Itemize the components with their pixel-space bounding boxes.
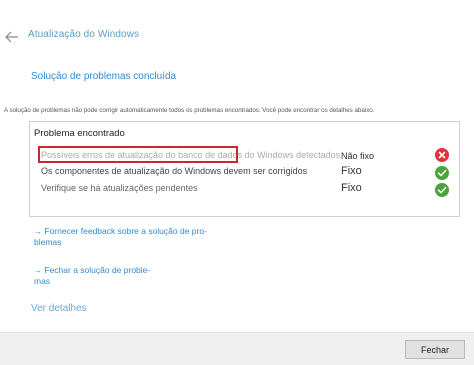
arrow-right-icon: → [34, 227, 42, 236]
feedback-link-line2: blemas [34, 237, 62, 247]
problem-row: Verifique se há atualizações pendentes F… [30, 181, 459, 197]
feedback-link[interactable]: → Fornecer feedback sobre a solução de p… [34, 226, 207, 248]
check-icon [435, 183, 449, 197]
back-arrow-icon[interactable] [5, 30, 19, 43]
problems-panel: Problema encontrado Possíveis erros de a… [29, 121, 460, 217]
panel-heading: Problema encontrado [34, 128, 125, 139]
summary-text: A solução de problemas não pode corrigir… [4, 107, 375, 114]
close-button[interactable]: Fechar [405, 340, 465, 359]
close-troubleshooter-link[interactable]: → Fechar a solução de proble- mas [34, 265, 150, 287]
arrow-right-icon: → [34, 266, 42, 275]
close-link-line1: Fechar a solução de proble- [44, 265, 151, 275]
highlight-box [38, 146, 238, 163]
error-icon [435, 148, 449, 162]
close-link-line2: mas [34, 276, 51, 286]
header-bar: Atualização do Windows [0, 24, 474, 48]
page-title: Solução de problemas concluída [31, 71, 177, 82]
problem-status: Fixo [341, 182, 362, 194]
problem-label: Verifique se há atualizações pendentes [41, 183, 198, 193]
check-icon [435, 166, 449, 180]
feedback-link-line1: Fornecer feedback sobre a solução de pro… [44, 226, 207, 236]
problem-status: Não fixo [341, 151, 375, 161]
footer-bar: Fechar [0, 332, 474, 365]
view-details-link[interactable]: Ver detalhes [31, 303, 87, 314]
problem-label: Os componentes de atualização do Windows… [41, 166, 308, 176]
problem-row: Os componentes de atualização do Windows… [30, 164, 459, 180]
window-title: Atualização do Windows [28, 29, 140, 40]
problem-status: Fixo [341, 165, 362, 177]
